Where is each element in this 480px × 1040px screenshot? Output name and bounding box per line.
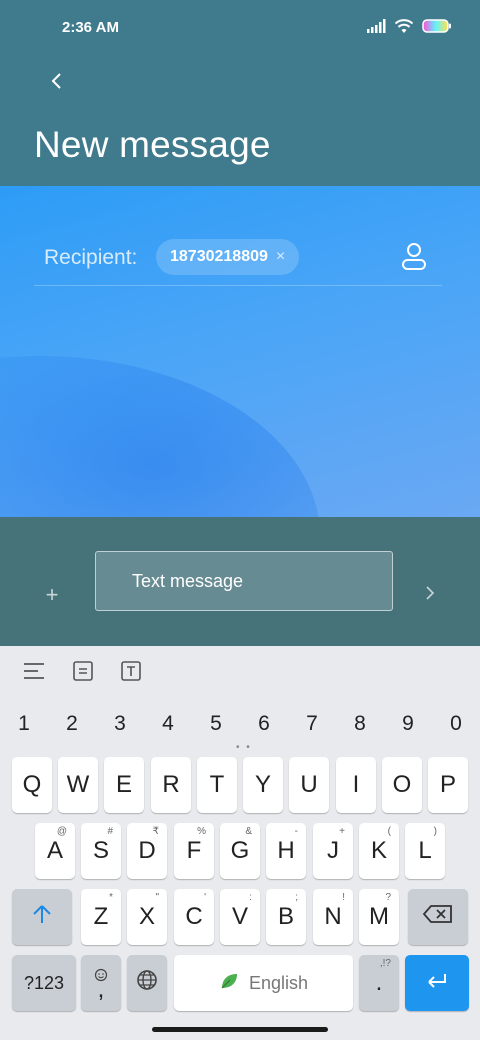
message-input[interactable]: [95, 551, 393, 611]
text-format-icon: [120, 660, 142, 687]
enter-key[interactable]: [405, 955, 469, 1011]
globe-key[interactable]: [127, 955, 167, 1011]
recipient-label: Recipient:: [44, 246, 138, 269]
key-c[interactable]: C ': [174, 889, 214, 945]
chevron-left-icon: [50, 71, 64, 96]
key-e[interactable]: E: [104, 757, 144, 813]
enter-arrow-icon: [425, 969, 449, 997]
page-title: New message: [34, 124, 271, 165]
key-x[interactable]: X ": [127, 889, 167, 945]
key-y[interactable]: Y: [243, 757, 283, 813]
page-dots: • •: [236, 742, 252, 753]
num-key[interactable]: 7: [288, 706, 336, 742]
attach-button[interactable]: +: [40, 583, 64, 607]
backspace-key[interactable]: [408, 889, 468, 945]
key-g[interactable]: G &: [220, 823, 260, 879]
shift-arrow-icon: [31, 903, 53, 932]
space-label: English: [248, 972, 309, 993]
recipient-area: Recipient: 18730218809 ×: [0, 186, 480, 517]
key-h[interactable]: H-: [266, 823, 306, 879]
num-key[interactable]: 4: [144, 706, 192, 742]
clipboard-button[interactable]: [70, 660, 96, 686]
status-icons: [366, 18, 452, 39]
composer-bar: +: [0, 517, 480, 646]
backspace-icon: [422, 903, 454, 931]
home-indicator[interactable]: [152, 1027, 328, 1032]
back-button[interactable]: [40, 66, 74, 100]
key-r[interactable]: R: [151, 757, 191, 813]
send-button[interactable]: [418, 583, 442, 607]
key-u[interactable]: U: [289, 757, 329, 813]
number-row: 1 2 3 4 5 6 7 8 9 0: [0, 706, 480, 742]
keyboard: 1 2 3 4 5 6 7 8 9 0 • • Q W E R T Y U I …: [0, 646, 480, 1040]
key-v[interactable]: V:: [220, 889, 260, 945]
recipient-chip[interactable]: 18730218809 ×: [156, 239, 300, 275]
num-key[interactable]: 1: [0, 706, 48, 742]
key-i[interactable]: I: [336, 757, 376, 813]
num-key[interactable]: 9: [384, 706, 432, 742]
period-key[interactable]: ,!? .: [359, 955, 399, 1011]
person-icon: [400, 241, 428, 276]
keyboard-toolbar: [0, 646, 480, 698]
num-key[interactable]: 5: [192, 706, 240, 742]
background-decoration: [0, 356, 320, 517]
recipient-chip-value: 18730218809: [170, 248, 268, 265]
status-bar: 2:36 AM: [0, 0, 480, 56]
clipboard-icon: [72, 660, 94, 687]
num-key[interactable]: 0: [432, 706, 480, 742]
num-key[interactable]: 8: [336, 706, 384, 742]
wifi-icon: [394, 18, 414, 39]
recipient-row[interactable]: Recipient: 18730218809 ×: [34, 238, 442, 286]
key-b[interactable]: B;: [266, 889, 306, 945]
chevron-right-icon: [425, 585, 435, 606]
globe-icon: [136, 969, 158, 998]
comma-key[interactable]: ,: [81, 955, 121, 1011]
num-key[interactable]: 3: [96, 706, 144, 742]
key-p[interactable]: P: [428, 757, 468, 813]
menu-lines-icon: [23, 662, 45, 685]
key-d[interactable]: D ₹: [127, 823, 167, 879]
close-icon[interactable]: ×: [276, 248, 285, 266]
text-format-button[interactable]: [118, 660, 144, 686]
contact-picker-button[interactable]: [396, 240, 432, 276]
space-key[interactable]: English: [174, 955, 353, 1011]
key-l[interactable]: L): [405, 823, 445, 879]
status-time: 2:36 AM: [62, 19, 119, 36]
emoji-icon: [94, 961, 108, 989]
key-j[interactable]: J +: [313, 823, 353, 879]
num-key[interactable]: 2: [48, 706, 96, 742]
key-z[interactable]: Z *: [81, 889, 121, 945]
key-f[interactable]: F%: [174, 823, 214, 879]
key-s[interactable]: S #: [81, 823, 121, 879]
leaf-icon: [219, 971, 239, 996]
key-q[interactable]: Q: [12, 757, 52, 813]
key-n[interactable]: N!: [313, 889, 353, 945]
key-a[interactable]: A @: [35, 823, 75, 879]
shift-key[interactable]: [12, 889, 72, 945]
symbols-key[interactable]: ?123: [12, 955, 76, 1011]
menu-lines-button[interactable]: [21, 660, 47, 686]
key-w[interactable]: W: [58, 757, 98, 813]
key-m[interactable]: M?: [359, 889, 399, 945]
key-o[interactable]: O: [382, 757, 422, 813]
key-t[interactable]: T: [197, 757, 237, 813]
battery-icon: [422, 19, 452, 38]
key-k[interactable]: K(: [359, 823, 399, 879]
header: New message: [0, 56, 480, 186]
num-key[interactable]: 6: [240, 706, 288, 742]
signal-icon: [366, 19, 386, 38]
